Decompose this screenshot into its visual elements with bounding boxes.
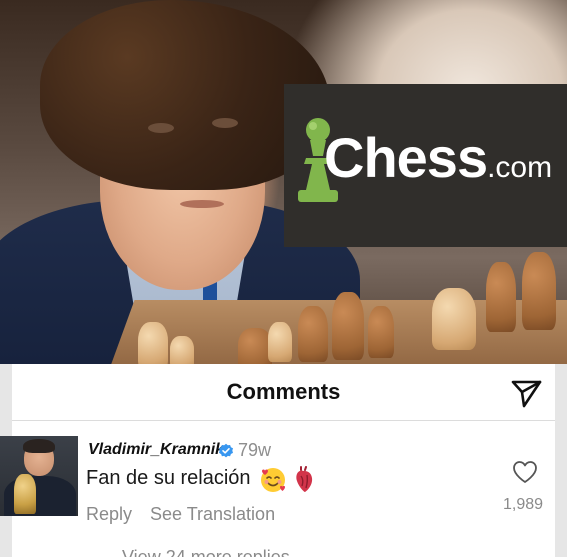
heart-outline-icon[interactable] (512, 460, 538, 484)
chess-com-wordmark: Chess.com (324, 130, 552, 186)
avatar-chess-king-statue (14, 474, 36, 514)
send-icon[interactable] (508, 374, 544, 410)
chess-piece (486, 262, 516, 332)
chess-piece (298, 306, 328, 362)
chess-piece (332, 292, 364, 360)
comment-text: Fan de su relación (86, 467, 251, 489)
anatomical-heart-icon (296, 466, 313, 492)
smiling-face-with-hearts-icon (261, 468, 285, 492)
chess-piece (238, 328, 272, 368)
chess-piece (522, 252, 556, 330)
comments-sheet: Comments Vladimir_Kramnik 79w Fan de su … (0, 364, 567, 557)
logo-suffix: .com (487, 151, 553, 184)
logo-name: Chess (324, 126, 488, 189)
player-eye-left (148, 123, 174, 133)
post-photo: Chess.com (0, 0, 567, 368)
comments-title: Comments (226, 379, 341, 404)
chess-piece (368, 306, 394, 358)
chess-com-logo: Chess.com (284, 84, 567, 247)
verified-badge-icon (219, 443, 233, 458)
player-mouth (180, 200, 224, 208)
chess-piece (432, 288, 476, 350)
player-eye-right (212, 118, 238, 128)
avatar-hair (23, 439, 55, 453)
avatar[interactable] (0, 436, 78, 516)
see-translation-button[interactable]: See Translation (150, 504, 275, 525)
chess-piece (138, 322, 168, 368)
view-more-replies-button[interactable]: View 24 more replies (122, 547, 290, 557)
reply-button[interactable]: Reply (86, 504, 132, 525)
comment-time: 79w (238, 440, 272, 460)
chess-piece (268, 322, 292, 362)
comment-username[interactable]: Vladimir_Kramnik (88, 441, 224, 459)
comments-divider (12, 420, 555, 421)
like-count: 1,989 (503, 496, 544, 513)
